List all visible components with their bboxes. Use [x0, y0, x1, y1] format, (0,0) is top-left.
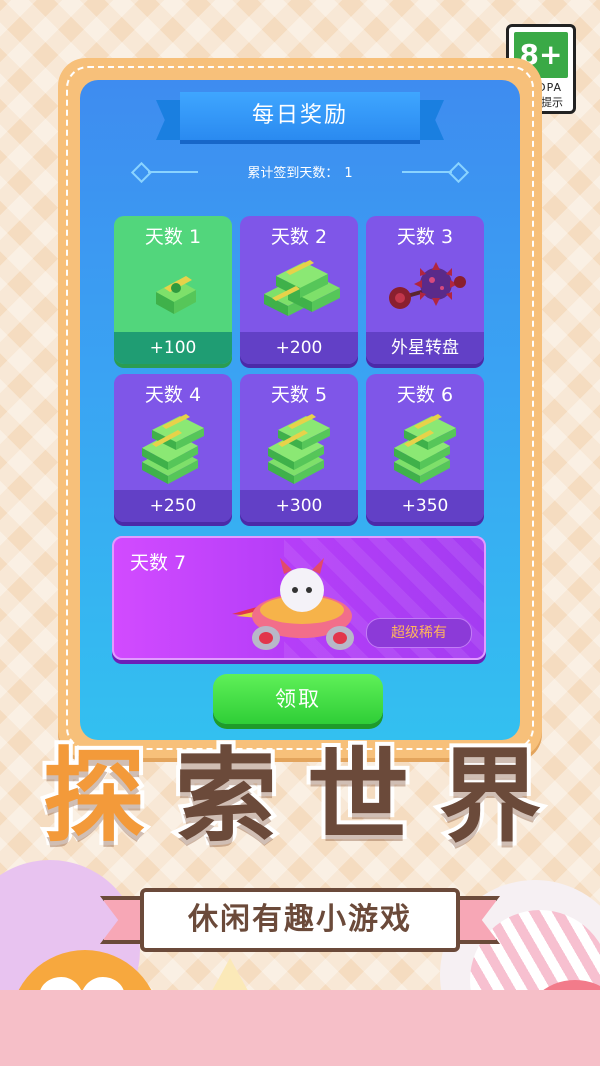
promo-title-char: 探 — [39, 734, 149, 861]
sign-in-streak: 累计签到天数： 1 — [130, 160, 470, 184]
day-reward: +100 — [114, 332, 232, 364]
day-title: 天数 1 — [144, 226, 202, 248]
promo-title: 探 索 世 界 — [30, 734, 570, 868]
subtitle-ribbon: 休闲有趣小游戏 — [100, 888, 500, 960]
title-ribbon: 每日奖励 — [156, 92, 444, 144]
promo-title-char: 索 — [171, 734, 281, 861]
streak-label: 累计签到天数： — [247, 166, 339, 181]
spiked-mace-icon — [389, 262, 466, 309]
day-reward: +200 — [240, 332, 358, 364]
day-reward: +250 — [114, 490, 232, 522]
day-title: 天数 5 — [270, 384, 328, 406]
promo-title-char: 界 — [435, 734, 545, 861]
day-card-7[interactable]: 天数 7 超级稀有 — [112, 536, 486, 660]
rarity-badge: 超级稀有 — [366, 618, 472, 648]
day-card-6[interactable]: 天数 6 +350 — [366, 374, 484, 522]
day-title: 天数 3 — [396, 226, 454, 248]
day-reward: +300 — [240, 490, 358, 522]
streak-value: 1 — [344, 166, 353, 181]
day-card-2[interactable]: 天数 2 +200 — [240, 216, 358, 364]
claim-button[interactable]: 领取 — [213, 674, 383, 724]
day-title: 天数 6 — [396, 384, 454, 406]
day-reward: 外星转盘 — [366, 332, 484, 364]
day-reward: +350 — [366, 490, 484, 522]
cash-stack-icon — [394, 414, 456, 484]
day-title: 天数 2 — [270, 226, 328, 248]
cash-stack-icon — [264, 260, 340, 316]
cash-small-icon — [156, 276, 196, 314]
panel-title: 每日奖励 — [180, 92, 420, 144]
day-card-3[interactable]: 天数 3 外星转盘 — [366, 216, 484, 364]
cat-spaceship-icon — [232, 558, 354, 650]
cash-stack-icon — [268, 414, 330, 484]
day-card-1[interactable]: 天数 1 +100 — [114, 216, 232, 364]
cash-stack-icon — [142, 414, 204, 484]
day-title: 天数 7 — [130, 552, 187, 574]
day-card-4[interactable]: 天数 4 +250 — [114, 374, 232, 522]
promo-title-char: 世 — [303, 734, 413, 861]
promo-subtitle: 休闲有趣小游戏 — [140, 888, 460, 952]
day-title: 天数 4 — [144, 384, 202, 406]
day-card-5[interactable]: 天数 5 +300 — [240, 374, 358, 522]
